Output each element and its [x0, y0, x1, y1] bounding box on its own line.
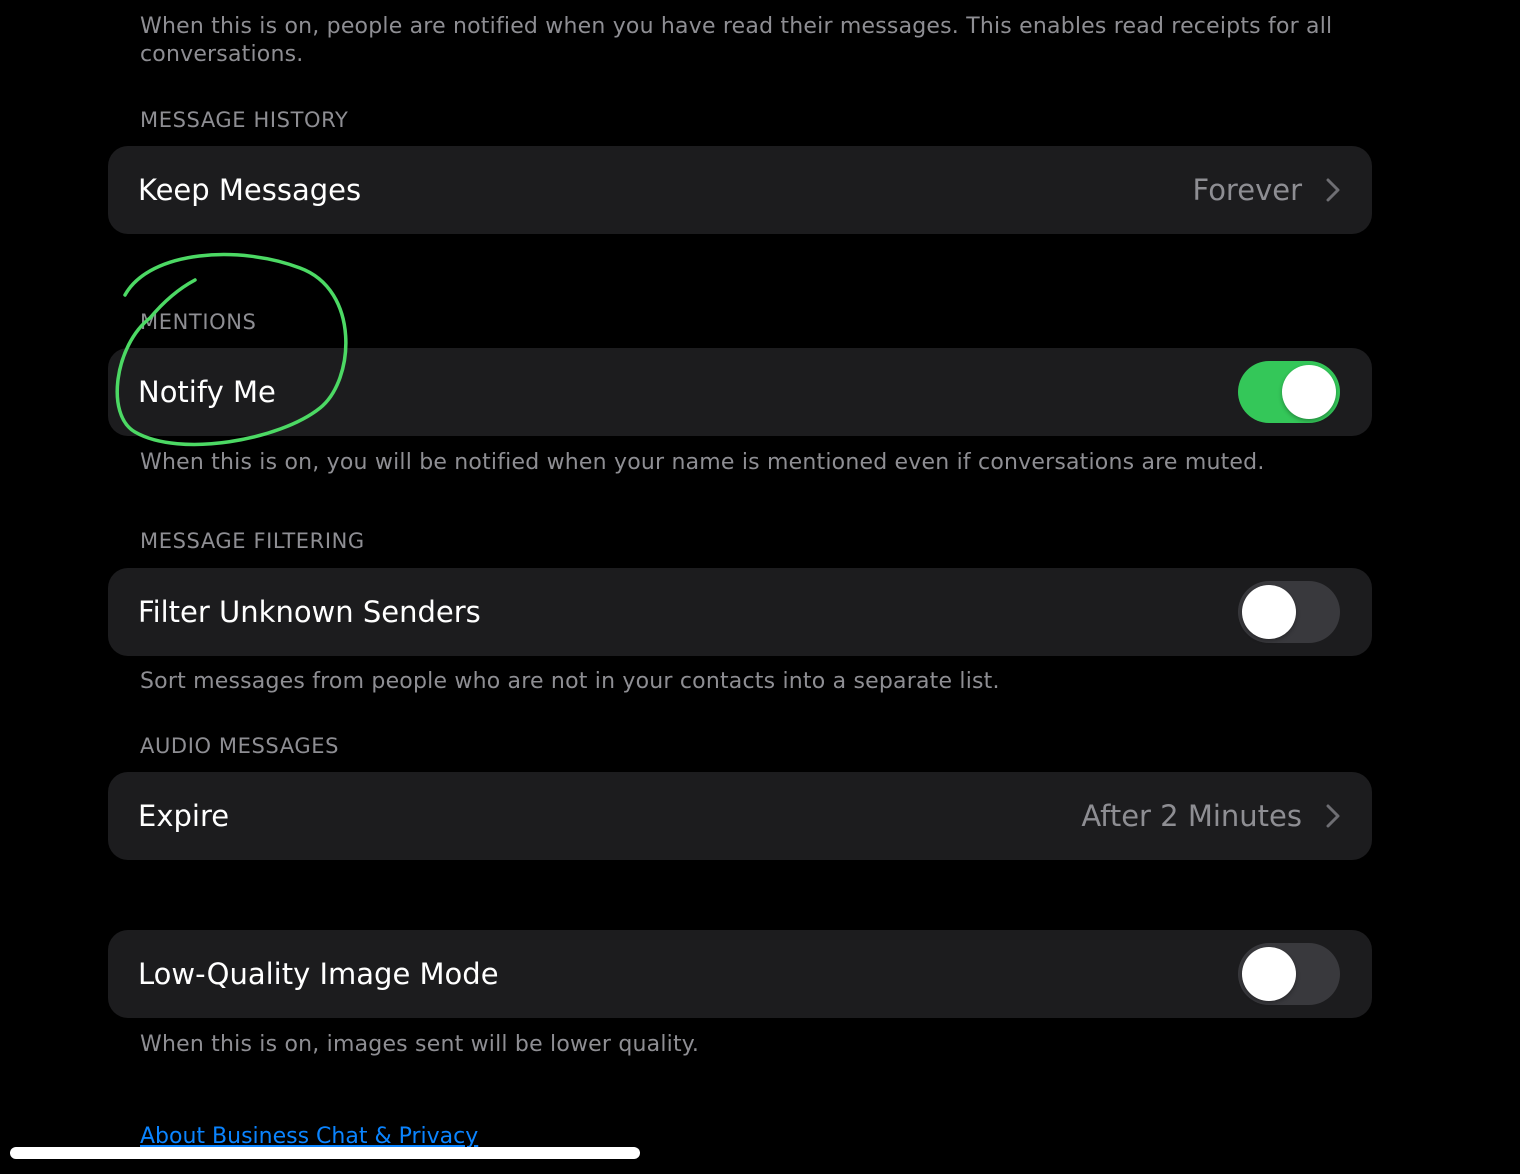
filter-unknown-senders-row: Filter Unknown Senders — [108, 568, 1372, 656]
low-quality-image-mode-row: Low-Quality Image Mode — [108, 930, 1372, 1018]
toggle-knob — [1242, 947, 1296, 1001]
expire-value: After 2 Minutes — [1081, 799, 1302, 833]
keep-messages-label: Keep Messages — [138, 173, 362, 207]
toggle-knob — [1242, 585, 1296, 639]
notify-me-label: Notify Me — [138, 375, 276, 409]
notify-me-row: Notify Me — [108, 348, 1372, 436]
audio-messages-header: AUDIO MESSAGES — [140, 734, 340, 758]
expire-row[interactable]: Expire After 2 Minutes — [108, 772, 1372, 860]
low-quality-image-mode-toggle[interactable] — [1238, 943, 1340, 1005]
filter-unknown-senders-label: Filter Unknown Senders — [138, 595, 481, 629]
low-quality-image-mode-label: Low-Quality Image Mode — [138, 957, 499, 991]
expire-label: Expire — [138, 799, 230, 833]
message-filtering-header: MESSAGE FILTERING — [140, 529, 365, 553]
notify-me-toggle[interactable] — [1238, 361, 1340, 423]
message-filtering-footer: Sort messages from people who are not in… — [140, 669, 1000, 694]
low-quality-footer: When this is on, images sent will be low… — [140, 1032, 700, 1057]
home-indicator[interactable] — [10, 1147, 640, 1159]
mentions-footer: When this is on, you will be notified wh… — [140, 450, 1265, 475]
chevron-right-icon — [1326, 178, 1340, 202]
chevron-right-icon — [1326, 804, 1340, 828]
keep-messages-row[interactable]: Keep Messages Forever — [108, 146, 1372, 234]
mentions-header: MENTIONS — [140, 310, 257, 334]
toggle-knob — [1282, 365, 1336, 419]
filter-unknown-senders-toggle[interactable] — [1238, 581, 1340, 643]
keep-messages-value: Forever — [1192, 173, 1302, 207]
read-receipts-footer: When this is on, people are notified whe… — [140, 14, 1333, 67]
message-history-header: MESSAGE HISTORY — [140, 108, 349, 132]
